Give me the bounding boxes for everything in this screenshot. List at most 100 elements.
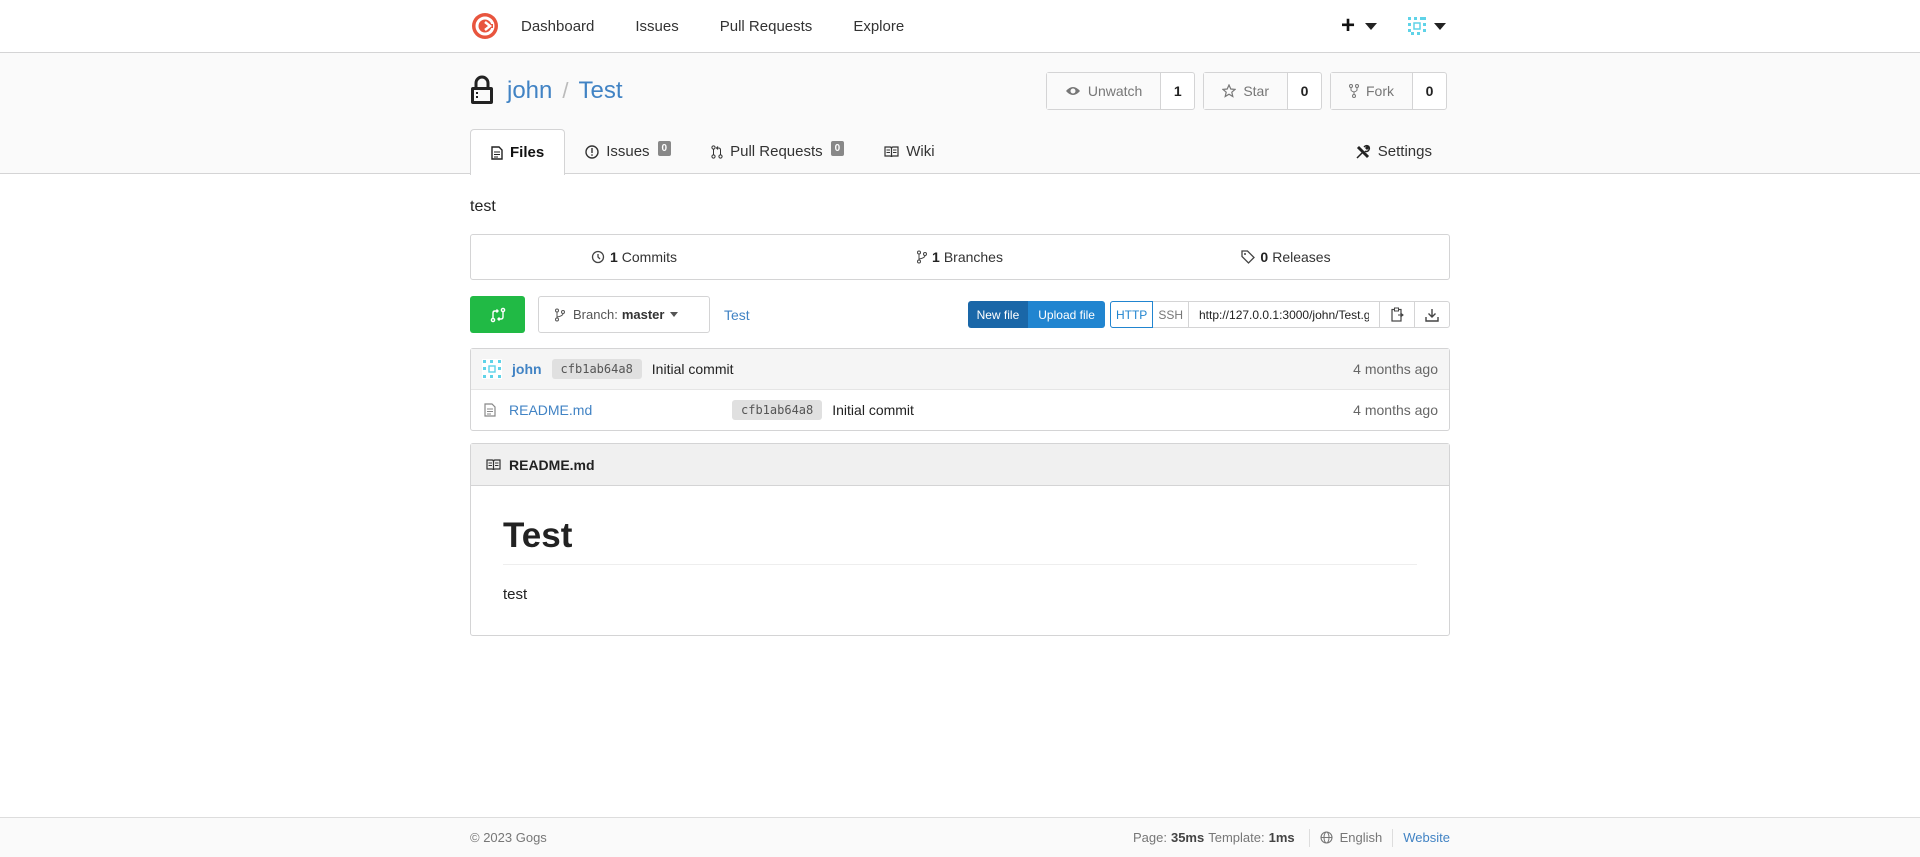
tag-icon	[1241, 250, 1256, 264]
releases-label: Releases	[1272, 249, 1331, 265]
watchers-count[interactable]: 1	[1161, 73, 1194, 109]
repo-tabs: Files Issues 0 Pull Requests 0 Wiki Sett…	[470, 129, 1452, 175]
forks-count[interactable]: 0	[1413, 73, 1446, 109]
issue-opened-icon	[585, 144, 599, 159]
user-menu[interactable]	[1406, 15, 1446, 37]
avatar	[1406, 15, 1428, 37]
footer-divider	[1308, 828, 1310, 847]
nav-pull-requests[interactable]: Pull Requests	[720, 18, 813, 35]
branch-selector[interactable]: Branch: master	[538, 296, 710, 333]
tab-wiki[interactable]: Wiki	[864, 129, 954, 174]
repo-title: john / Test	[507, 77, 623, 105]
download-icon	[1425, 308, 1439, 322]
fork-label: Fork	[1366, 83, 1394, 99]
clippy-icon	[1390, 307, 1404, 322]
create-new-menu[interactable]: +	[1341, 14, 1377, 38]
repo-description: test	[470, 198, 496, 215]
main-content: test 1 Commits 1 Branches 0 Releases Bra…	[470, 174, 1450, 637]
commit-author[interactable]: john	[512, 361, 542, 377]
star-group: Star 0	[1203, 72, 1322, 110]
file-commit-time: 4 months ago	[1353, 402, 1438, 418]
language-selector[interactable]: English	[1320, 830, 1383, 845]
git-compare-icon	[490, 307, 505, 322]
repo-owner-link[interactable]: john	[507, 77, 552, 104]
book-icon	[884, 145, 899, 157]
unwatch-button[interactable]: Unwatch	[1046, 73, 1162, 109]
tab-files-label: Files	[510, 144, 545, 161]
commits-stat[interactable]: 1 Commits	[471, 249, 797, 265]
watch-group: Unwatch 1	[1045, 72, 1196, 110]
repo-name-link[interactable]: Test	[579, 77, 623, 104]
file-name-link[interactable]: README.md	[509, 402, 732, 418]
commit-time: 4 months ago	[1353, 361, 1438, 377]
new-file-button[interactable]: New file	[967, 301, 1029, 328]
tab-pull-requests[interactable]: Pull Requests 0	[691, 129, 864, 174]
page-time-label: Page:	[1132, 830, 1167, 845]
language-label: English	[1339, 830, 1383, 845]
repo-header: john / Test Unwatch 1 Star 0 Fork 0 File…	[0, 53, 1920, 175]
tab-issues[interactable]: Issues 0	[565, 129, 691, 174]
compare-button[interactable]	[470, 296, 525, 333]
nav-explore[interactable]: Explore	[853, 18, 904, 35]
releases-count: 0	[1260, 249, 1269, 265]
tab-files[interactable]: Files	[470, 129, 566, 175]
git-pull-request-icon	[711, 144, 723, 159]
footer: © 2023 Gogs Page: 35ms Template: 1ms Eng…	[0, 817, 1920, 857]
avatar	[482, 359, 502, 379]
readme-content: Test test	[471, 486, 1449, 635]
chevron-down-icon	[1434, 22, 1446, 30]
fork-icon	[1349, 84, 1359, 98]
repo-stats-bar: 1 Commits 1 Branches 0 Releases	[470, 234, 1450, 280]
history-icon	[591, 250, 605, 264]
top-navbar: Dashboard Issues Pull Requests Explore +	[0, 0, 1920, 53]
chevron-down-icon	[670, 312, 679, 317]
copyright: © 2023 Gogs	[470, 830, 547, 845]
branches-label: Branches	[943, 249, 1003, 265]
book-icon	[486, 458, 501, 470]
branch-prefix: Branch:	[573, 307, 618, 322]
star-button[interactable]: Star	[1204, 73, 1288, 109]
page-time: 35ms	[1170, 830, 1205, 845]
commit-sha[interactable]: cfb1ab64a8	[551, 359, 642, 379]
template-time-label: Template:	[1208, 830, 1265, 845]
branches-count: 1	[932, 249, 940, 265]
upload-file-button[interactable]: Upload file	[1028, 301, 1105, 328]
current-branch: master	[621, 307, 665, 322]
commit-message: Initial commit	[651, 361, 734, 377]
pulls-count-badge: 0	[830, 140, 845, 156]
tab-settings[interactable]: Settings	[1335, 129, 1452, 174]
readme-panel: README.md Test test	[470, 443, 1450, 637]
fork-button[interactable]: Fork	[1331, 73, 1413, 109]
releases-stat[interactable]: 0 Releases	[1123, 249, 1449, 265]
download-archive-button[interactable]	[1414, 302, 1449, 327]
stars-count[interactable]: 0	[1288, 73, 1321, 109]
readme-heading: Test	[503, 516, 1417, 566]
copy-url-button[interactable]	[1379, 302, 1414, 327]
file-text-icon	[484, 403, 496, 417]
issues-count-badge: 0	[657, 140, 672, 156]
clone-ssh-button[interactable]: SSH	[1153, 302, 1189, 327]
clone-url-input[interactable]	[1189, 302, 1379, 327]
tab-pull-requests-label: Pull Requests	[730, 143, 823, 160]
globe-icon	[1320, 831, 1333, 844]
commits-label: Commits	[621, 249, 678, 265]
fork-group: Fork 0	[1330, 72, 1447, 110]
star-icon	[1222, 84, 1237, 98]
branches-stat[interactable]: 1 Branches	[797, 249, 1123, 265]
template-time: 1ms	[1268, 830, 1295, 845]
repo-title-separator: /	[562, 78, 569, 103]
lock-icon	[471, 75, 493, 104]
gogs-logo-icon[interactable]	[471, 12, 499, 40]
website-link[interactable]: Website	[1403, 830, 1450, 845]
readme-header: README.md	[471, 444, 1449, 486]
chevron-down-icon	[1365, 22, 1377, 30]
breadcrumb-repo-link[interactable]: Test	[724, 307, 750, 323]
footer-divider	[1392, 828, 1394, 847]
commits-count: 1	[609, 249, 618, 265]
file-commit-sha[interactable]: cfb1ab64a8	[732, 400, 823, 420]
nav-issues[interactable]: Issues	[635, 18, 678, 35]
nav-dashboard[interactable]: Dashboard	[521, 18, 594, 35]
clone-http-button[interactable]: HTTP	[1109, 301, 1154, 328]
repo-toolbar: Branch: master Test New file Upload file…	[470, 296, 1450, 333]
file-list: john cfb1ab64a8 Initial commit 4 months …	[470, 348, 1450, 431]
